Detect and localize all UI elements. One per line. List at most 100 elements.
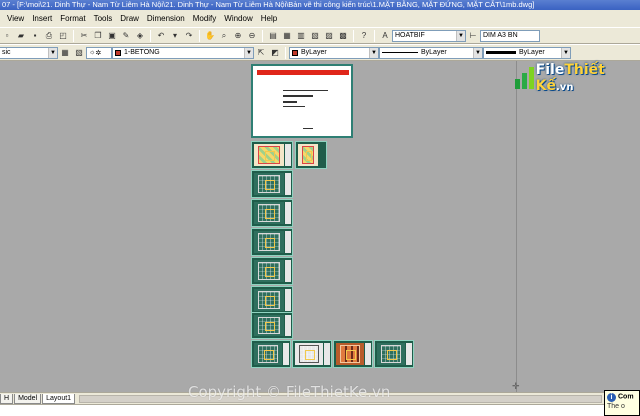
menu-help[interactable]: Help xyxy=(257,10,281,27)
block-editor-icon[interactable]: ◈ xyxy=(134,30,146,42)
toolbar-separator xyxy=(353,29,354,42)
menu-draw[interactable]: Draw xyxy=(116,10,143,27)
drawing-sheet[interactable] xyxy=(251,286,293,314)
dim-style-value: DIM A3 BN xyxy=(483,32,518,39)
tab-h[interactable]: H xyxy=(0,393,14,404)
linetype-value: ByLayer xyxy=(421,49,447,56)
new-icon[interactable]: ▫ xyxy=(1,30,13,42)
cover-sheet[interactable] xyxy=(251,64,353,138)
help-icon[interactable]: ? xyxy=(358,30,370,42)
toolbar-separator xyxy=(199,29,200,42)
logo-bars-icon xyxy=(515,67,534,89)
title-bar: 07 - [F:\moi\21. Dinh Thự - Nam Từ Liêm … xyxy=(0,0,640,10)
drawing-sheet[interactable] xyxy=(251,340,291,368)
chevron-down-icon: ▼ xyxy=(244,47,253,58)
color-select[interactable]: ByLayer ▼ xyxy=(289,46,379,59)
cover-text-line xyxy=(283,101,297,103)
undo-icon[interactable]: ↶ xyxy=(155,30,167,42)
cover-text-line xyxy=(283,106,305,107)
linetype-sample xyxy=(382,52,418,53)
zoom-window-icon[interactable]: ⊕ xyxy=(232,30,244,42)
menu-window[interactable]: Window xyxy=(220,10,256,27)
cover-text-line xyxy=(283,95,313,97)
layer-manager-icon[interactable]: ▧ xyxy=(73,47,85,59)
menu-modify[interactable]: Modify xyxy=(189,10,221,27)
drawing-sheet[interactable] xyxy=(251,257,293,285)
save-icon[interactable]: ▪ xyxy=(29,30,41,42)
tab-layout1[interactable]: Layout1 xyxy=(42,393,76,404)
logo-text: FileThiết Kế.vn xyxy=(535,62,605,94)
cover-text-line xyxy=(303,128,313,129)
linetype-select[interactable]: ByLayer ▼ xyxy=(379,46,483,59)
menu-bar: View Insert Format Tools Draw Dimension … xyxy=(0,10,640,27)
toolbar-separator xyxy=(150,29,151,42)
copy-icon[interactable]: ❐ xyxy=(92,30,104,42)
drawing-sheet[interactable] xyxy=(251,141,293,169)
match-properties-icon[interactable]: ✎ xyxy=(120,30,132,42)
design-center-icon[interactable]: ▦ xyxy=(281,30,293,42)
drawing-sheet[interactable] xyxy=(292,340,332,368)
chevron-down-icon: ▼ xyxy=(369,47,378,58)
menu-view[interactable]: View xyxy=(3,10,28,27)
calculator-icon[interactable]: ▩ xyxy=(337,30,349,42)
layer-states-icon[interactable]: ▦ xyxy=(59,47,71,59)
notification-title: Com xyxy=(618,393,634,401)
undo-dropdown-icon[interactable]: ▾ xyxy=(169,30,181,42)
drawing-sheet[interactable] xyxy=(251,312,293,339)
menu-insert[interactable]: Insert xyxy=(28,10,56,27)
cover-title-bar xyxy=(257,70,349,75)
drawing-sheet[interactable] xyxy=(295,141,327,169)
chevron-down-icon: ▼ xyxy=(561,47,570,58)
notification-balloon[interactable]: i Com The o xyxy=(604,390,640,416)
standard-toolbar: ▫ ▰ ▪ ⎙ ◰ ✂ ❐ ▣ ✎ ◈ ↶ ▾ ↷ ✋ ⌕ ⊕ ⊖ ▤ ▦ ▥ … xyxy=(0,27,640,44)
dim-style-icon: ⊢ xyxy=(469,30,477,40)
chevron-down-icon: ▼ xyxy=(456,30,465,41)
drawing-sheet[interactable] xyxy=(251,170,293,198)
autocad-window: 07 - [F:\moi\21. Dinh Thự - Nam Từ Liêm … xyxy=(0,0,640,416)
command-line[interactable] xyxy=(0,404,605,416)
tool-palettes-icon[interactable]: ▥ xyxy=(295,30,307,42)
paste-icon[interactable]: ▣ xyxy=(106,30,118,42)
sun-icon: ✲ xyxy=(95,49,102,57)
open-icon[interactable]: ▰ xyxy=(15,30,27,42)
drawing-sheet[interactable] xyxy=(374,340,414,368)
pan-icon[interactable]: ✋ xyxy=(204,30,216,42)
layers-toolbar: sic ▼ ▦ ▧ ☼ ✲ 1-BETONG ▼ ⇱ ◩ ByLayer ▼ B… xyxy=(0,44,640,61)
text-style-icon: A xyxy=(382,30,388,40)
cover-text-line xyxy=(283,90,328,91)
make-current-icon[interactable]: ⇱ xyxy=(255,47,267,59)
zoom-previous-icon[interactable]: ⊖ xyxy=(246,30,258,42)
layer-previous-icon[interactable]: ◩ xyxy=(269,47,281,59)
lineweight-select[interactable]: ByLayer ▼ xyxy=(483,46,571,59)
menu-tools[interactable]: Tools xyxy=(90,10,117,27)
sheet-set-icon[interactable]: ▧ xyxy=(309,30,321,42)
drawing-area[interactable]: ✛ xyxy=(0,61,640,392)
menu-format[interactable]: Format xyxy=(56,10,89,27)
info-icon: i xyxy=(607,393,616,402)
plot-icon[interactable]: ⎙ xyxy=(43,30,55,42)
drawing-sheet[interactable] xyxy=(333,340,373,368)
ucs-icon: ✛ xyxy=(512,381,520,391)
layer-value: 1-BETONG xyxy=(124,49,160,56)
zoom-realtime-icon[interactable]: ⌕ xyxy=(218,30,230,42)
chevron-down-icon: ▼ xyxy=(48,47,57,58)
layer-flags[interactable]: ☼ ✲ xyxy=(86,46,112,59)
markup-icon[interactable]: ▨ xyxy=(323,30,335,42)
drawing-sheet[interactable] xyxy=(251,228,293,256)
text-style-select[interactable]: HOATBIF ▼ xyxy=(392,29,466,42)
preview-icon[interactable]: ◰ xyxy=(57,30,69,42)
toolbar-separator xyxy=(73,29,74,42)
menu-dimension[interactable]: Dimension xyxy=(143,10,189,27)
notification-text: The o xyxy=(607,403,625,411)
chevron-down-icon: ▼ xyxy=(473,47,482,58)
layer-state-select[interactable]: sic ▼ xyxy=(0,46,58,59)
color-value: ByLayer xyxy=(301,49,327,56)
redo-icon[interactable]: ↷ xyxy=(183,30,195,42)
properties-icon[interactable]: ▤ xyxy=(267,30,279,42)
cut-icon[interactable]: ✂ xyxy=(78,30,90,42)
tab-model[interactable]: Model xyxy=(14,393,42,404)
layer-select[interactable]: 1-BETONG ▼ xyxy=(112,46,254,59)
copyright-watermark: Copyright © FileThietKe.vn xyxy=(188,383,391,401)
dim-style-select[interactable]: DIM A3 BN xyxy=(480,29,540,42)
drawing-sheet[interactable] xyxy=(251,199,293,227)
